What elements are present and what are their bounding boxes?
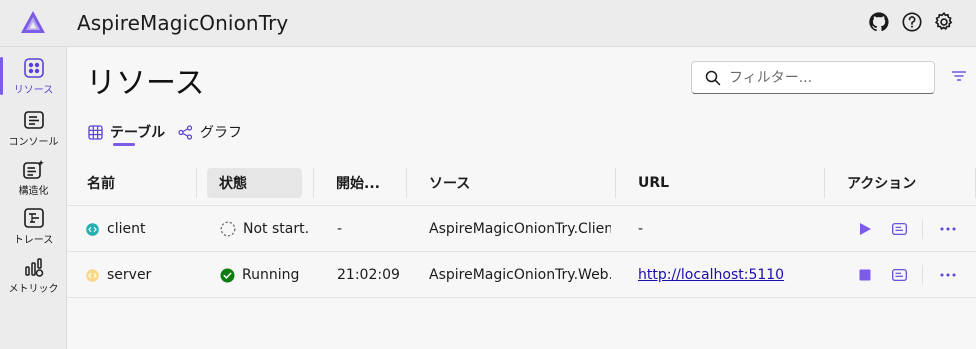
tab-table[interactable]: テーブル [88,122,165,142]
filter-options-icon[interactable] [951,68,967,84]
app-header: AspireMagicOnionTry [0,0,976,47]
sidebar-item-label: リソース [13,85,54,96]
start-time-cell: - [337,221,343,237]
project-server-icon [86,268,99,282]
metrics-icon [23,256,45,278]
url-cell: http://localhost:5110 [638,265,818,285]
state-text: Running [242,267,300,283]
graph-share-icon [178,124,194,140]
stop-button[interactable] [853,263,877,287]
page-title: リソース [86,66,205,101]
active-tab-indicator [113,143,135,146]
start-time-cell: 21:02:09 [337,267,400,283]
row-divider [67,251,976,252]
row-divider [67,297,976,298]
tab-graph[interactable]: グラフ [178,122,242,142]
console-logs-button[interactable] [887,217,911,241]
column-header-source[interactable]: ソース [417,168,607,198]
state-cell: Running [220,265,310,285]
state-text: Not start... [243,221,310,237]
console-logs-icon [891,223,907,235]
tab-label: グラフ [200,125,242,141]
resource-name-cell: server [86,265,196,285]
resource-name[interactable]: client [107,221,145,237]
sidebar-item-traces[interactable]: トレース [0,201,67,249]
sidebar-item-resources[interactable]: リソース [0,51,67,99]
column-divider[interactable] [824,168,825,198]
filter-input[interactable] [729,69,919,86]
column-header-url[interactable]: URL [626,168,816,198]
column-header-actions[interactable]: アクション [835,168,965,198]
table-icon [88,124,104,140]
sidebar-nav: リソース コンソール 構造化 トレース メトリック [0,47,67,349]
project-client-icon [86,222,99,236]
url-cell: - [638,221,644,237]
source-cell: AspireMagicOnionTry.Web.... [429,267,611,283]
sidebar-item-label: コンソール [8,137,59,148]
console-logs-button[interactable] [887,263,911,287]
column-divider[interactable] [313,168,314,198]
column-header-start-time[interactable]: 開始... [324,168,404,198]
stop-icon [859,269,871,281]
structured-icon [22,158,45,180]
console-logs-icon [891,269,907,281]
sidebar-item-label: トレース [13,235,54,246]
github-icon[interactable] [867,10,891,34]
search-icon [705,70,721,86]
sidebar-item-metrics[interactable]: メトリック [0,250,67,298]
state-cell: Not start... [220,219,310,239]
sidebar-item-console[interactable]: コンソール [0,103,67,151]
tab-label: テーブル [110,125,166,141]
action-divider [922,219,923,239]
column-header-name[interactable]: 名前 [75,168,195,198]
running-check-icon [220,268,235,283]
column-divider[interactable] [406,168,407,198]
play-icon [860,223,871,235]
start-button[interactable] [853,217,877,241]
help-icon[interactable] [900,10,924,34]
column-divider[interactable] [615,168,616,198]
ellipsis-icon [940,227,956,231]
sidebar-item-label: 構造化 [18,186,49,197]
more-actions-button[interactable] [936,263,960,287]
resources-icon [23,57,45,79]
column-header-state[interactable]: 状態 [207,168,302,198]
not-started-status-icon [220,221,236,237]
endpoint-link[interactable]: http://localhost:5110 [638,267,784,283]
more-actions-button[interactable] [936,217,960,241]
filter-box[interactable] [691,61,935,94]
resource-name[interactable]: server [107,267,151,283]
sidebar-item-label: メトリック [8,284,59,295]
column-divider[interactable] [196,168,197,198]
app-title[interactable]: AspireMagicOnionTry [77,11,288,35]
console-icon [23,109,45,131]
aspire-logo-icon[interactable] [20,10,46,34]
sidebar-item-structured[interactable]: 構造化 [0,152,67,200]
resource-name-cell: client [86,219,196,239]
action-divider [922,265,923,285]
row-divider [67,205,976,206]
traces-icon [23,207,45,229]
ellipsis-icon [940,273,956,277]
settings-gear-icon[interactable] [932,10,956,34]
source-cell: AspireMagicOnionTry.Client.... [429,221,611,237]
